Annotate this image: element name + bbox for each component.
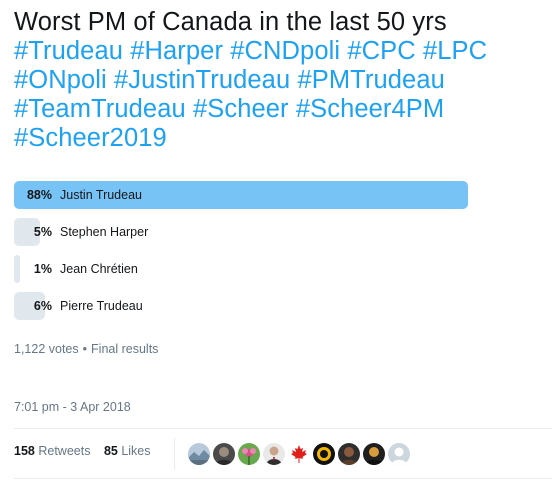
poll-percent: 1% <box>33 262 52 276</box>
likes-count: 85 <box>103 444 118 458</box>
poll-option-label: Jean Chrétien <box>60 262 138 276</box>
poll-percent: 88% <box>26 188 52 202</box>
avatar-person-icon[interactable] <box>212 442 236 466</box>
hashtag-link[interactable]: #PMTrudeau <box>297 66 444 94</box>
liker-avatars <box>187 442 411 466</box>
retweets-label: Retweets <box>38 444 91 458</box>
poll-vote-count: 1,122 votes <box>14 342 79 356</box>
avatar-bust-icon[interactable] <box>362 442 386 466</box>
retweets-count: 158 <box>14 444 35 458</box>
divider <box>14 478 552 479</box>
poll-percent: 6% <box>33 299 52 313</box>
avatar-landscape-icon[interactable] <box>187 442 211 466</box>
poll-summary: 1,122 votes • Final results <box>14 342 158 356</box>
avatar-flower-icon[interactable] <box>237 442 261 466</box>
tweet-text: Worst PM of Canada in the last 50 yrs #T… <box>14 8 544 153</box>
poll-option-label: Pierre Trudeau <box>60 299 143 313</box>
poll-status: Final results <box>91 342 159 356</box>
default-avatar-icon[interactable] <box>387 442 411 466</box>
hashtag-link[interactable]: #Scheer2019 <box>14 124 167 152</box>
poll-separator: • <box>82 342 88 356</box>
tweet-stats: 158 Retweets 85 Likes <box>14 444 151 458</box>
maple-leaf-icon[interactable] <box>287 442 311 466</box>
avatar-badge-icon[interactable] <box>312 442 336 466</box>
hashtag-link[interactable]: #TeamTrudeau <box>14 95 186 123</box>
hashtag-link[interactable]: #Scheer4PM <box>296 95 444 123</box>
hashtag-link[interactable]: #CNDpoli <box>230 37 340 65</box>
hashtag-link[interactable]: #Trudeau <box>14 37 123 65</box>
poll-option-label: Stephen Harper <box>60 225 149 239</box>
divider <box>14 428 552 429</box>
hashtag-link[interactable]: #CPC <box>347 37 415 65</box>
poll-percent: 5% <box>33 225 52 239</box>
hashtag-link[interactable]: #ONpoli <box>14 66 107 94</box>
poll-option: 88% Justin Trudeau <box>14 181 530 209</box>
poll-option: 1% Jean Chrétien <box>14 255 530 283</box>
likes-link[interactable]: 85 Likes <box>104 444 151 458</box>
retweets-link[interactable]: 158 Retweets <box>14 444 90 458</box>
avatar-suit-icon[interactable] <box>262 442 286 466</box>
tweet-text-plain: Worst PM of Canada in the last 50 yrs <box>14 8 447 36</box>
poll-option: 6% Pierre Trudeau <box>14 292 530 320</box>
stats-divider <box>174 438 175 470</box>
poll: 88% Justin Trudeau 5% Stephen Harper 1% … <box>14 181 530 329</box>
likes-label: Likes <box>121 444 151 458</box>
hashtag-link[interactable]: #Scheer <box>193 95 289 123</box>
hashtag-link[interactable]: #LPC <box>423 37 487 65</box>
hashtag-link[interactable]: #Harper <box>130 37 223 65</box>
poll-option: 5% Stephen Harper <box>14 218 530 246</box>
poll-option-label: Justin Trudeau <box>60 188 142 202</box>
tweet-timestamp[interactable]: 7:01 pm - 3 Apr 2018 <box>14 400 131 414</box>
avatar-dark-icon[interactable] <box>337 442 361 466</box>
hashtag-link[interactable]: #JustinTrudeau <box>114 66 290 94</box>
